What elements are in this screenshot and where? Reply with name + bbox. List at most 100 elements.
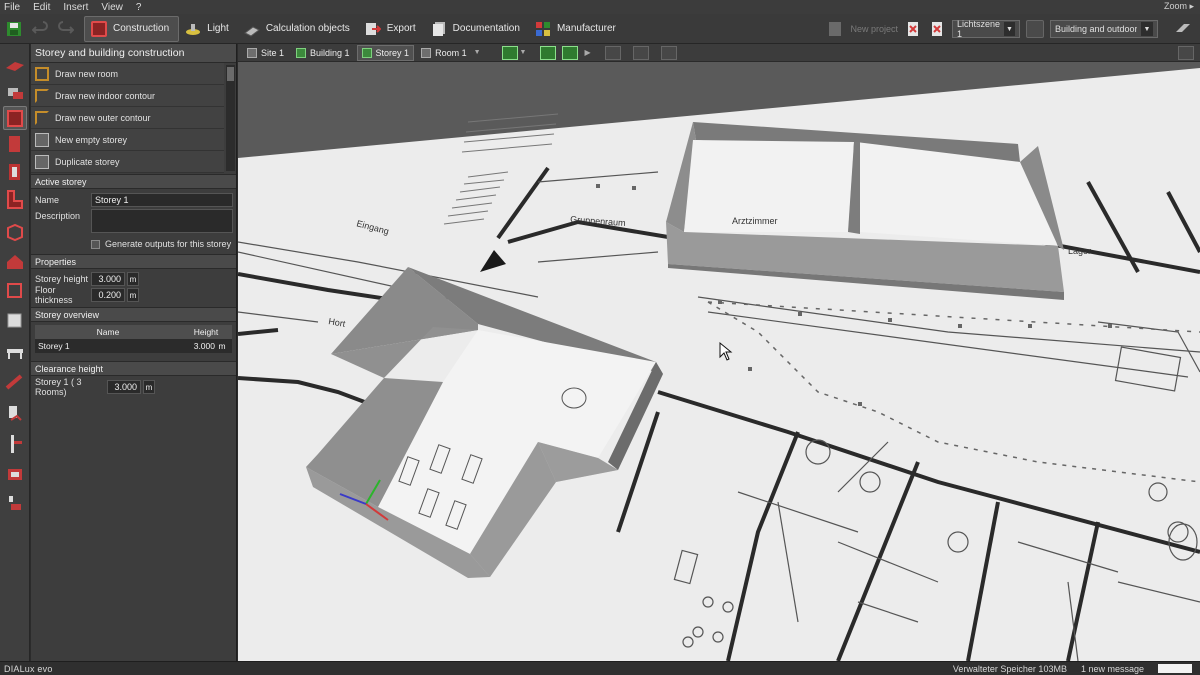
measure-mode-button[interactable] [3, 402, 27, 426]
save-icon[interactable] [6, 21, 22, 37]
wall-mode-button[interactable] [3, 132, 27, 156]
ribbon-toolbar: Construction Light Calculation objects E… [0, 14, 1200, 44]
breadcrumb-building[interactable]: Building 1 [291, 45, 355, 61]
properties-heading: Properties [31, 254, 236, 269]
tab-label: Export [386, 23, 416, 34]
description-label: Description [35, 211, 81, 221]
menu-view[interactable]: View [101, 2, 123, 13]
slab-mode-button[interactable] [3, 340, 27, 364]
menu-file[interactable]: File [4, 2, 20, 13]
measure-icon [9, 406, 22, 421]
clearance-height-field[interactable]: 3.000 [107, 380, 141, 394]
object-mode-button[interactable] [3, 308, 27, 332]
staircase-mode-button[interactable] [3, 370, 27, 394]
cut-mode-button[interactable] [3, 432, 27, 456]
draw-outer-contour-button[interactable]: Draw new outer contour [31, 107, 224, 129]
tab-label: Construction [113, 23, 170, 34]
documentation-icon [432, 21, 445, 36]
room-shape-button[interactable] [3, 188, 27, 212]
floorplan-icon[interactable] [1174, 20, 1192, 38]
scrollbar-thumb[interactable] [227, 67, 234, 81]
message-indicator[interactable] [1158, 664, 1192, 673]
site-mode-button[interactable] [3, 52, 27, 76]
scene-settings-button[interactable] [1026, 20, 1044, 38]
light-scene-select[interactable]: Lichtszene 1 ▼ [952, 19, 1020, 39]
menu-insert[interactable]: Insert [63, 2, 88, 13]
action-label: Duplicate storey [55, 156, 120, 167]
breadcrumb-site[interactable]: Site 1 [242, 45, 289, 61]
view-mode-select[interactable]: Building and outdoor pla... ▼ [1050, 20, 1158, 38]
memory-status: Verwalteter Speicher 103MB [952, 663, 1067, 674]
storey-height-unit: m [127, 272, 139, 286]
row-name: Storey 1 [38, 341, 70, 351]
l-shape-select-button[interactable] [562, 45, 579, 60]
duplicate-storey-button[interactable]: Duplicate storey [31, 151, 224, 173]
undo-icon[interactable] [32, 20, 48, 37]
name-label: Name [35, 195, 60, 205]
delete-icon[interactable] [904, 20, 922, 38]
ribbon-right-group: New project Lichtszene 1 ▼ Building and … [826, 14, 1200, 44]
draw-indoor-contour-button[interactable]: Draw new indoor contour [31, 85, 224, 107]
roof-icon [7, 255, 23, 269]
floor-thickness-label: Floor thickness [35, 285, 73, 305]
messages-link[interactable]: 1 new message [1081, 664, 1144, 674]
3d-viewport[interactable]: Gruppenraum Arztzimmer Eingang Hort Lage… [238, 62, 1200, 661]
redo-icon[interactable] [58, 20, 74, 37]
display-icon[interactable] [1178, 45, 1194, 60]
chevron-right-icon[interactable]: ▶ [584, 48, 590, 57]
new-empty-storey-button[interactable]: New empty storey [31, 129, 224, 151]
tab-documentation[interactable]: Documentation [425, 16, 529, 42]
storey-height-field[interactable]: 3.000 [91, 272, 125, 286]
building-mode-button[interactable] [3, 80, 27, 104]
construction-panel: Storey and building construction Draw ne… [31, 44, 237, 661]
door-icon [9, 164, 20, 180]
storey-overview-heading: Storey overview [31, 307, 236, 322]
quick-access [0, 20, 84, 37]
storey-icon [361, 47, 372, 58]
fit-view-button[interactable] [604, 45, 621, 60]
storey-name-field[interactable]: Storey 1 [91, 193, 233, 207]
snap-mode-button[interactable] [501, 45, 518, 60]
floor-plan-scene[interactable]: Gruppenraum Arztzimmer Eingang Hort Lage… [238, 62, 1200, 661]
storey-description-field[interactable] [91, 209, 233, 233]
chevron-down-icon[interactable]: ▼ [520, 49, 527, 56]
cube-mode-button[interactable] [3, 220, 27, 244]
delete-scene-icon[interactable] [928, 20, 946, 38]
measure-horizontal-button[interactable] [632, 45, 649, 60]
measure-vertical-button[interactable] [660, 45, 677, 60]
light-icon [186, 23, 201, 35]
storey-mode-button[interactable] [3, 106, 27, 130]
new-project-button[interactable]: New project [850, 24, 898, 34]
menu-help[interactable]: ? [136, 2, 142, 13]
action-label: Draw new indoor contour [55, 90, 156, 101]
actions-scrollbar[interactable] [226, 65, 235, 171]
export-icon [365, 22, 381, 35]
green-cube-button[interactable] [540, 45, 557, 60]
roof-mode-button[interactable] [3, 250, 27, 274]
breadcrumb-room[interactable]: Room 1 ▼ [416, 45, 485, 61]
generate-outputs-checkbox[interactable] [91, 239, 100, 249]
tab-construction[interactable]: Construction [84, 15, 180, 42]
tab-manufacturer[interactable]: Manufacturer [529, 16, 625, 42]
breadcrumb-storey[interactable]: Storey 1 [356, 44, 415, 61]
breadcrumb-label: Site 1 [261, 47, 285, 58]
zoom-menu[interactable]: Zoom ▸ [1164, 1, 1194, 12]
draw-new-room-button[interactable]: Draw new room [31, 63, 224, 85]
tab-light[interactable]: Light [179, 16, 238, 42]
door-mode-button[interactable] [3, 160, 27, 184]
element-mode-button[interactable] [3, 492, 27, 516]
col-height-header: Height [193, 327, 219, 337]
menu-edit[interactable]: Edit [33, 2, 50, 13]
table-row[interactable]: Storey 1 3.000 m [35, 339, 232, 353]
floor-thickness-field[interactable]: 0.200 [91, 288, 125, 302]
window-mode-button[interactable] [3, 462, 27, 486]
cut-icon [11, 435, 22, 453]
tab-export[interactable]: Export [359, 16, 425, 42]
box-mode-button[interactable] [3, 278, 27, 302]
room-icon [421, 47, 432, 58]
tab-label: Calculation objects [265, 23, 350, 34]
col-name-header: Name [96, 327, 120, 337]
construction-actions: Draw new room Draw new indoor contour Dr… [31, 63, 236, 173]
view-mode-value: Building and outdoor pla... [1055, 24, 1137, 34]
tab-calculation-objects[interactable]: Calculation objects [238, 16, 359, 42]
